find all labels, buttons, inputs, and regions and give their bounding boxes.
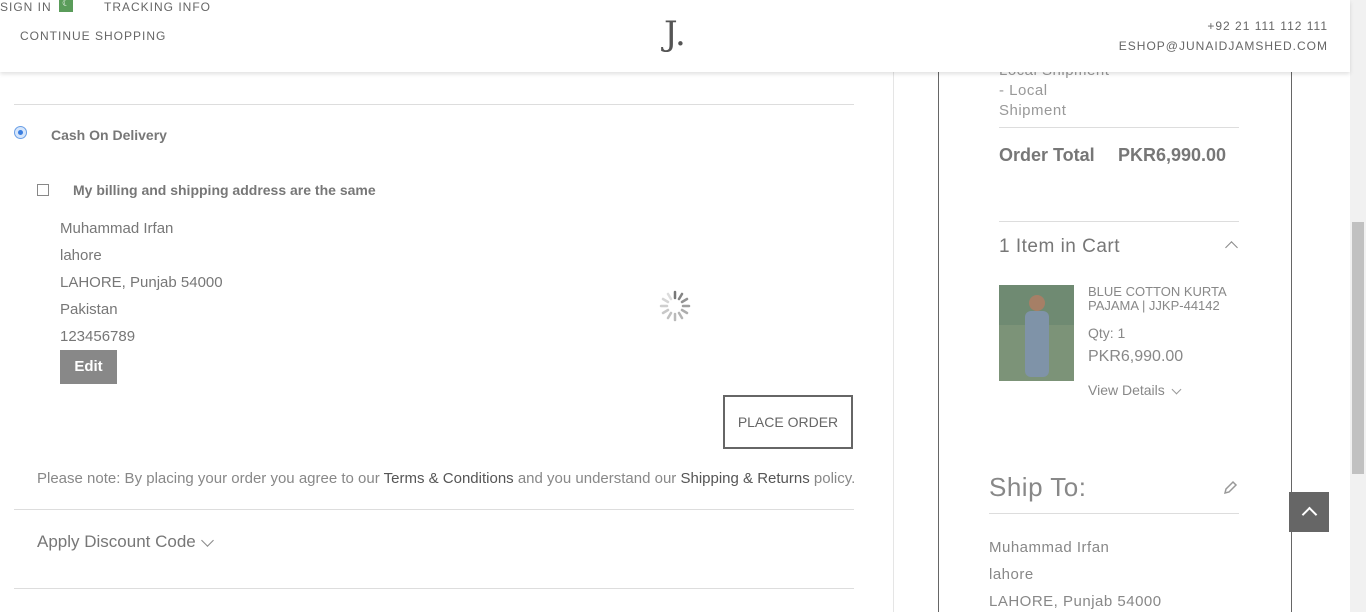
ship-to-region: LAHORE, Punjab 54000 bbox=[989, 593, 1162, 610]
divider bbox=[14, 588, 854, 589]
terms-link[interactable]: Terms & Conditions bbox=[384, 470, 514, 487]
pencil-icon[interactable] bbox=[1222, 480, 1238, 496]
billing-name: Muhammad Irfan bbox=[60, 220, 174, 237]
shipment-method-line: Shipment bbox=[999, 102, 1067, 119]
product-price: PKR6,990.00 bbox=[1088, 348, 1184, 365]
shipment-method-line: - Local bbox=[999, 82, 1048, 99]
pakistan-flag-icon bbox=[59, 0, 73, 12]
product-name[interactable]: BLUE COTTON KURTA PAJAMA | JJKP-44142 bbox=[1088, 285, 1238, 313]
ship-to-title: Ship To: bbox=[989, 472, 1087, 502]
order-total-label: Order Total bbox=[999, 145, 1095, 165]
column-divider bbox=[893, 72, 894, 612]
product-thumbnail[interactable] bbox=[999, 285, 1074, 381]
same-address-label[interactable]: My billing and shipping address are the … bbox=[73, 182, 376, 198]
chevron-down-icon[interactable] bbox=[201, 534, 214, 547]
continue-shopping-link[interactable]: CONTINUE SHOPPING bbox=[20, 29, 166, 43]
phone-number: +92 21 111 112 111 bbox=[1207, 19, 1328, 33]
note-middle: and you understand our bbox=[513, 470, 681, 487]
divider bbox=[14, 104, 854, 105]
tracking-info-link[interactable]: TRACKING INFO bbox=[104, 0, 211, 14]
billing-phone: 123456789 bbox=[60, 328, 136, 345]
apply-discount-toggle[interactable]: Apply Discount Code bbox=[37, 532, 196, 552]
shipping-returns-link[interactable]: Shipping & Returns bbox=[680, 470, 809, 487]
terms-note: Please note: By placing your order you a… bbox=[37, 470, 855, 487]
scroll-to-top-button[interactable] bbox=[1289, 492, 1329, 532]
view-details-link[interactable]: View Details bbox=[1088, 382, 1165, 398]
note-prefix: Please note: By placing your order you a… bbox=[37, 470, 384, 487]
order-total-value: PKR6,990.00 bbox=[1118, 145, 1227, 165]
place-order-button[interactable]: PLACE ORDER bbox=[723, 395, 853, 449]
same-address-checkbox[interactable] bbox=[37, 184, 49, 196]
divider bbox=[14, 509, 854, 510]
divider bbox=[999, 221, 1239, 222]
order-summary-panel bbox=[938, 72, 1292, 612]
billing-region: LAHORE, Punjab 54000 bbox=[60, 274, 223, 291]
billing-city: lahore bbox=[60, 247, 102, 264]
cod-radio[interactable] bbox=[14, 126, 27, 139]
scrollbar-thumb[interactable] bbox=[1352, 222, 1364, 474]
edit-address-button[interactable]: Edit bbox=[60, 350, 117, 384]
product-qty: Qty: 1 bbox=[1088, 325, 1126, 341]
cart-count-title[interactable]: 1 Item in Cart bbox=[999, 236, 1120, 258]
billing-country: Pakistan bbox=[60, 301, 118, 318]
sign-in-link[interactable]: SIGN IN bbox=[0, 0, 52, 14]
note-suffix: policy. bbox=[809, 470, 856, 487]
divider bbox=[999, 127, 1239, 128]
divider bbox=[989, 513, 1239, 514]
loading-spinner-icon bbox=[659, 290, 691, 322]
email-address[interactable]: ESHOP@JUNAIDJAMSHED.COM bbox=[1119, 39, 1328, 53]
ship-to-city: lahore bbox=[989, 566, 1034, 583]
site-header: SIGN IN TRACKING INFO CONTINUE SHOPPING … bbox=[0, 0, 1350, 72]
site-logo[interactable]: J. bbox=[664, 14, 686, 54]
cod-label[interactable]: Cash On Delivery bbox=[51, 127, 167, 143]
ship-to-name: Muhammad Irfan bbox=[989, 539, 1110, 556]
